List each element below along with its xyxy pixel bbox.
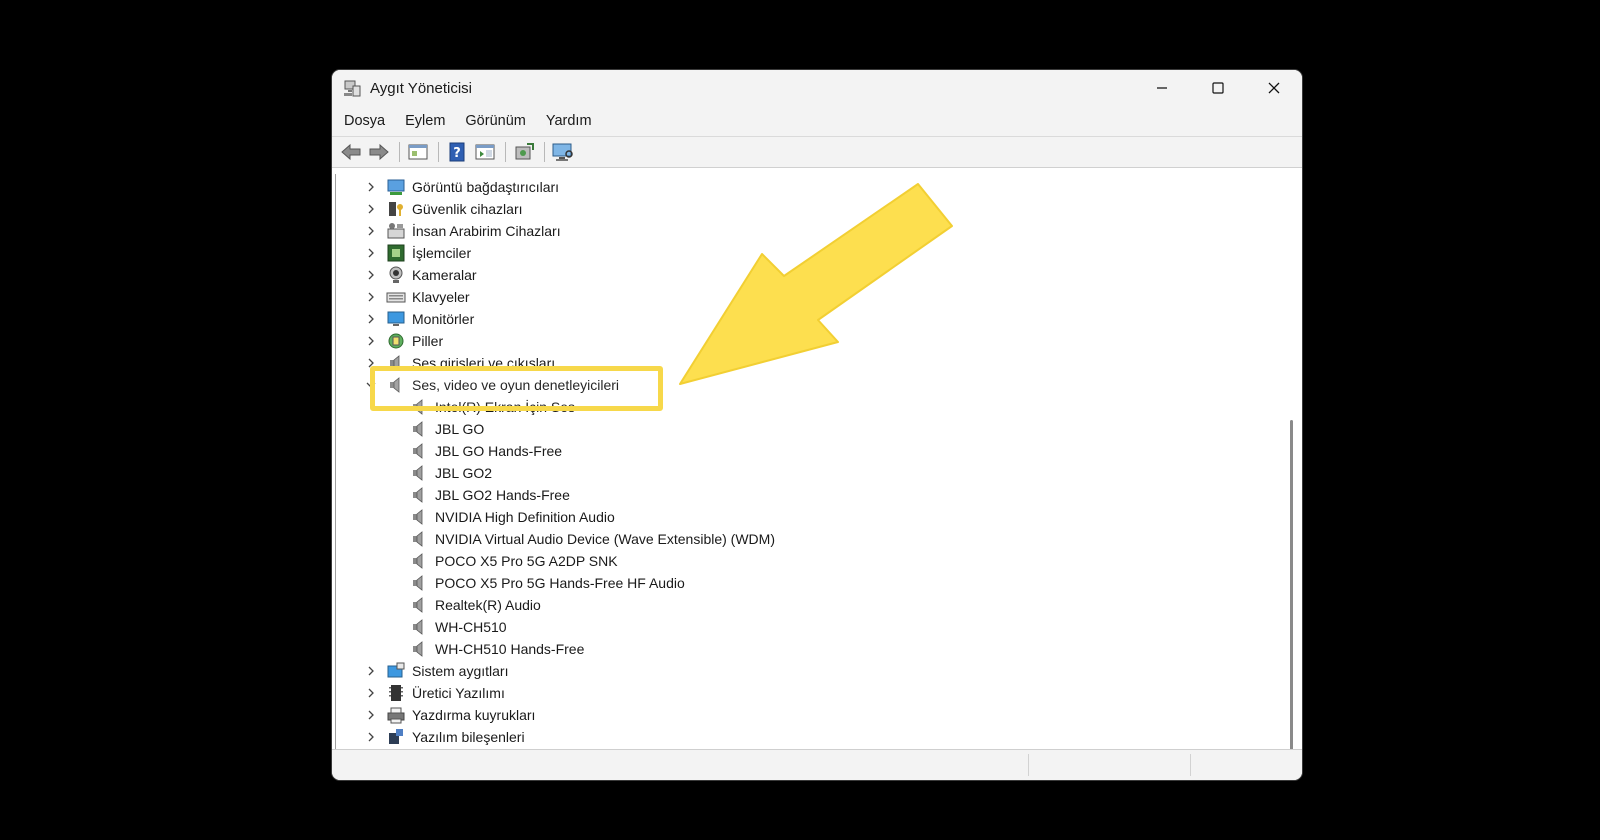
annotation-arrow — [679, 183, 953, 385]
